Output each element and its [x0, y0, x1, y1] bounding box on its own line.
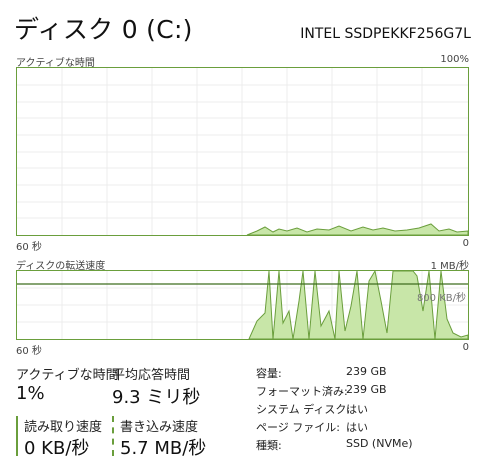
read-speed-label: 読み取り速度	[24, 420, 103, 435]
read-speed-indicator	[16, 416, 18, 456]
avg-response-label: 平均応答時間	[112, 368, 191, 383]
active-time-graph	[16, 67, 469, 236]
active-time-label: アクティブな時間	[16, 368, 119, 383]
active-time-value: 1%	[16, 383, 45, 404]
write-speed-indicator	[112, 416, 114, 456]
transfer-graph-time: 60 秒	[16, 346, 42, 357]
info-value-formatted: 239 GB	[346, 383, 387, 396]
transfer-rate-graph: 800 KB/秒	[16, 270, 469, 340]
info-key-type: 種類:	[256, 439, 282, 452]
transfer-graph-min: 0	[462, 342, 469, 353]
write-speed-label: 書き込み速度	[120, 420, 199, 435]
disk-model: INTEL SSDPEKKF256G7L	[300, 26, 471, 42]
transfer-threshold-label: 800 KB/秒	[416, 293, 466, 304]
active-time-graph-time: 60 秒	[16, 242, 42, 253]
active-time-graph-max: 100%	[440, 54, 469, 65]
info-value-system-disk: はい	[346, 403, 368, 416]
active-time-graph-min: 0	[462, 238, 469, 249]
avg-response-value: 9.3 ミリ秒	[112, 387, 201, 408]
info-key-capacity: 容量:	[256, 367, 282, 380]
info-value-type: SSD (NVMe)	[346, 437, 413, 450]
info-value-page-file: はい	[346, 421, 368, 434]
info-value-capacity: 239 GB	[346, 365, 387, 378]
info-key-formatted: フォーマット済み:	[256, 385, 348, 398]
info-key-system-disk: システム ディスク:	[256, 403, 351, 416]
disk-title: ディスク 0 (C:)	[14, 15, 193, 44]
info-key-page-file: ページ ファイル:	[256, 421, 340, 434]
write-speed-value: 5.7 MB/秒	[120, 438, 207, 459]
read-speed-value: 0 KB/秒	[24, 438, 90, 459]
